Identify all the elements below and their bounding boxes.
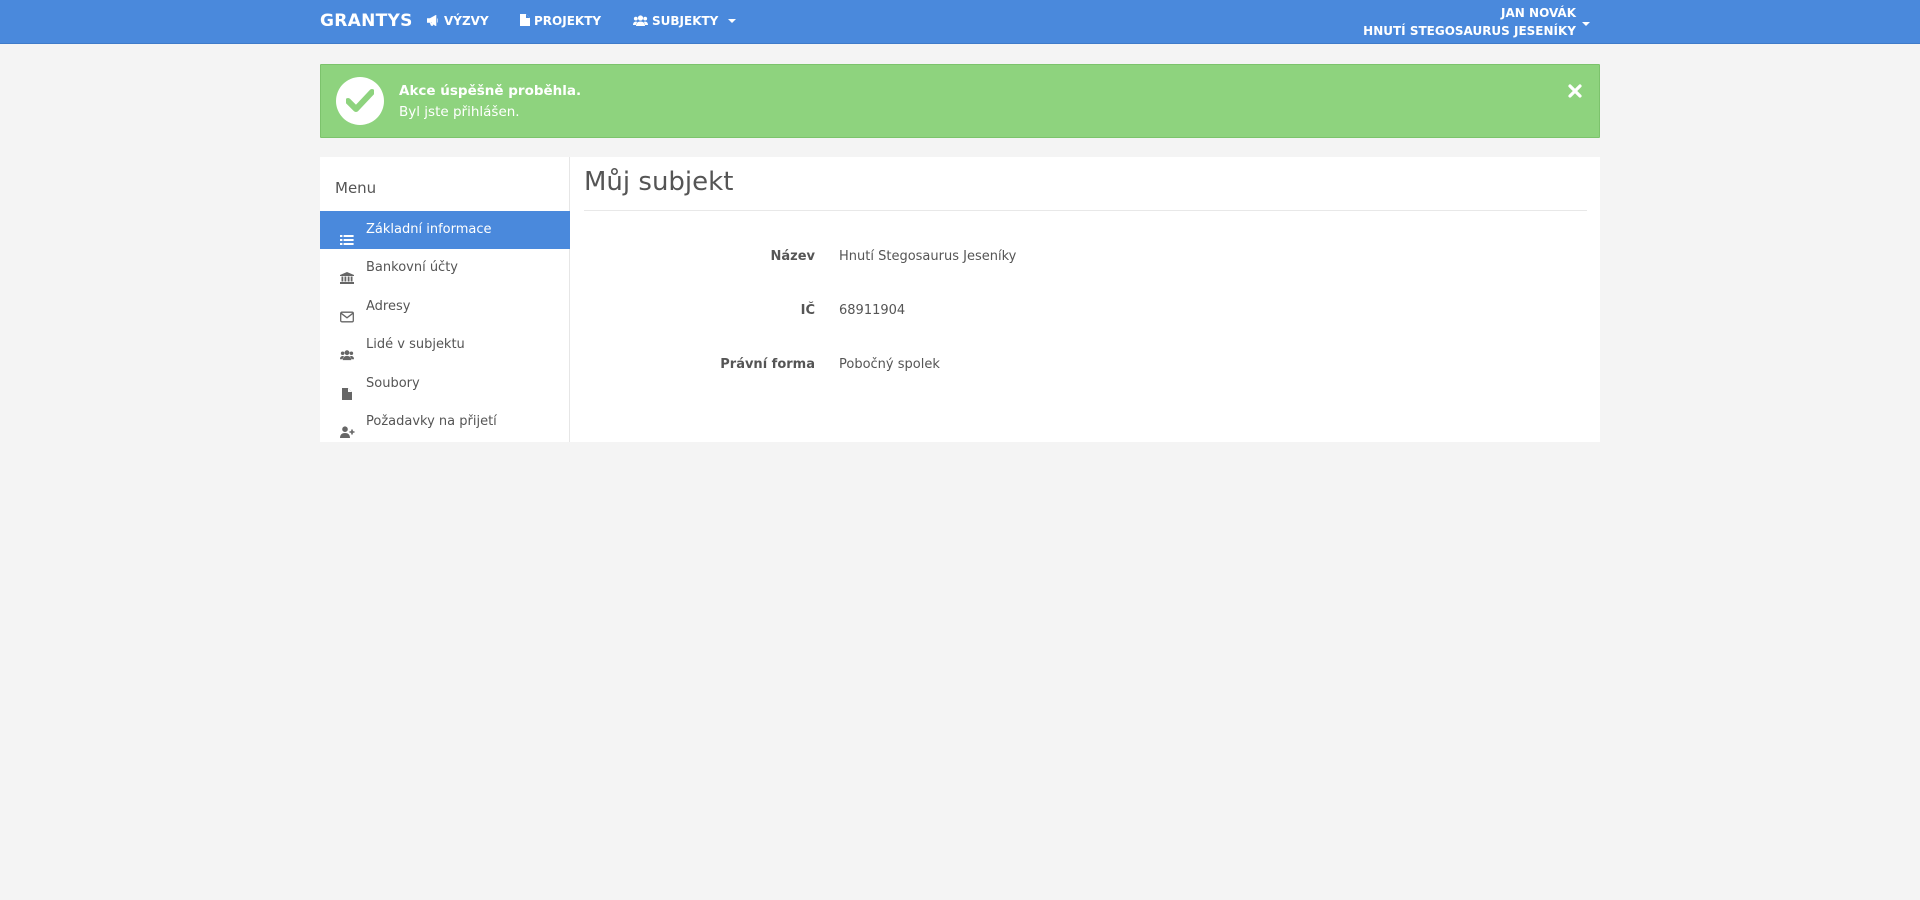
nav-link-label: SUBJEKTY bbox=[652, 14, 719, 28]
sidebar-item-label: Lidé v subjektu bbox=[366, 337, 465, 352]
file-icon bbox=[340, 378, 354, 400]
sidebar-item-label: Požadavky na přijetí bbox=[366, 414, 497, 429]
brand-logo[interactable]: GRANTYS bbox=[320, 0, 413, 44]
check-icon bbox=[336, 77, 384, 125]
sidebar-item-pozadavky-na-prijeti[interactable]: Požadavky na přijetí bbox=[320, 403, 570, 441]
nav-link-label: VÝZVY bbox=[444, 14, 489, 28]
users-icon bbox=[340, 339, 354, 361]
close-icon[interactable] bbox=[1567, 83, 1583, 99]
field-label-ic: IČ bbox=[800, 303, 815, 318]
sidebar-item-label: Soubory bbox=[366, 376, 420, 391]
field-value-pravni-forma: Pobočný spolek bbox=[839, 357, 940, 372]
chevron-down-icon[interactable] bbox=[1582, 22, 1590, 26]
list-icon bbox=[340, 224, 354, 245]
sidebar-menu: Menu Základní informace Bankovní účty Ad… bbox=[320, 157, 570, 442]
title-divider bbox=[584, 210, 1587, 211]
page-title: Můj subjekt bbox=[584, 167, 734, 197]
user-organization: HNUTÍ STEGOSAURUS JESENÍKY bbox=[1363, 24, 1576, 38]
nav-link-subjekty[interactable]: SUBJEKTY bbox=[633, 0, 737, 44]
bullhorn-icon bbox=[426, 14, 444, 28]
bank-icon bbox=[340, 262, 354, 284]
main-content: Můj subjekt Název Hnutí Stegosaurus Jese… bbox=[570, 157, 1600, 442]
nav-link-vyzvy[interactable]: VÝZVY bbox=[426, 0, 489, 44]
sidebar-item-label: Adresy bbox=[366, 299, 411, 314]
user-name: JAN NOVÁK bbox=[1501, 6, 1576, 20]
sidebar-item-soubory[interactable]: Soubory bbox=[320, 365, 570, 403]
chevron-down-icon bbox=[728, 19, 737, 23]
alert-message: Byl jste přihlášen. bbox=[399, 104, 520, 120]
sidebar-item-label: Základní informace bbox=[366, 222, 492, 237]
sidebar-item-zakladni-informace[interactable]: Základní informace bbox=[320, 211, 570, 249]
sidebar-item-bankovni-ucty[interactable]: Bankovní účty bbox=[320, 249, 570, 287]
alert-title: Akce úspěšně proběhla. bbox=[399, 83, 582, 99]
sidebar-item-adresy[interactable]: Adresy bbox=[320, 288, 570, 326]
file-icon bbox=[520, 14, 534, 28]
top-navbar: GRANTYS VÝZVY PROJEKTY SUBJEKTY JAN NOVÁ… bbox=[0, 0, 1920, 44]
nav-link-label: PROJEKTY bbox=[534, 14, 602, 28]
sidebar-item-label: Bankovní účty bbox=[366, 260, 458, 275]
menu-title: Menu bbox=[335, 179, 377, 197]
user-menu[interactable]: JAN NOVÁK HNUTÍ STEGOSAURUS JESENÍKY bbox=[1363, 4, 1576, 40]
field-value-ic: 68911904 bbox=[839, 303, 906, 318]
sidebar-item-lide-v-subjektu[interactable]: Lidé v subjektu bbox=[320, 326, 570, 364]
field-label-pravni-forma: Právní forma bbox=[720, 357, 815, 372]
field-label-nazev: Název bbox=[770, 249, 815, 264]
envelope-icon bbox=[340, 301, 354, 323]
field-value-nazev: Hnutí Stegosaurus Jeseníky bbox=[839, 249, 1017, 264]
nav-link-projekty[interactable]: PROJEKTY bbox=[520, 0, 601, 44]
user-plus-icon bbox=[340, 416, 355, 438]
navbar-inner: GRANTYS VÝZVY PROJEKTY SUBJEKTY JAN NOVÁ… bbox=[320, 0, 1600, 44]
content-panel: Menu Základní informace Bankovní účty Ad… bbox=[320, 157, 1600, 442]
users-icon bbox=[633, 14, 652, 28]
success-alert: Akce úspěšně proběhla. Byl jste přihláše… bbox=[320, 64, 1600, 138]
